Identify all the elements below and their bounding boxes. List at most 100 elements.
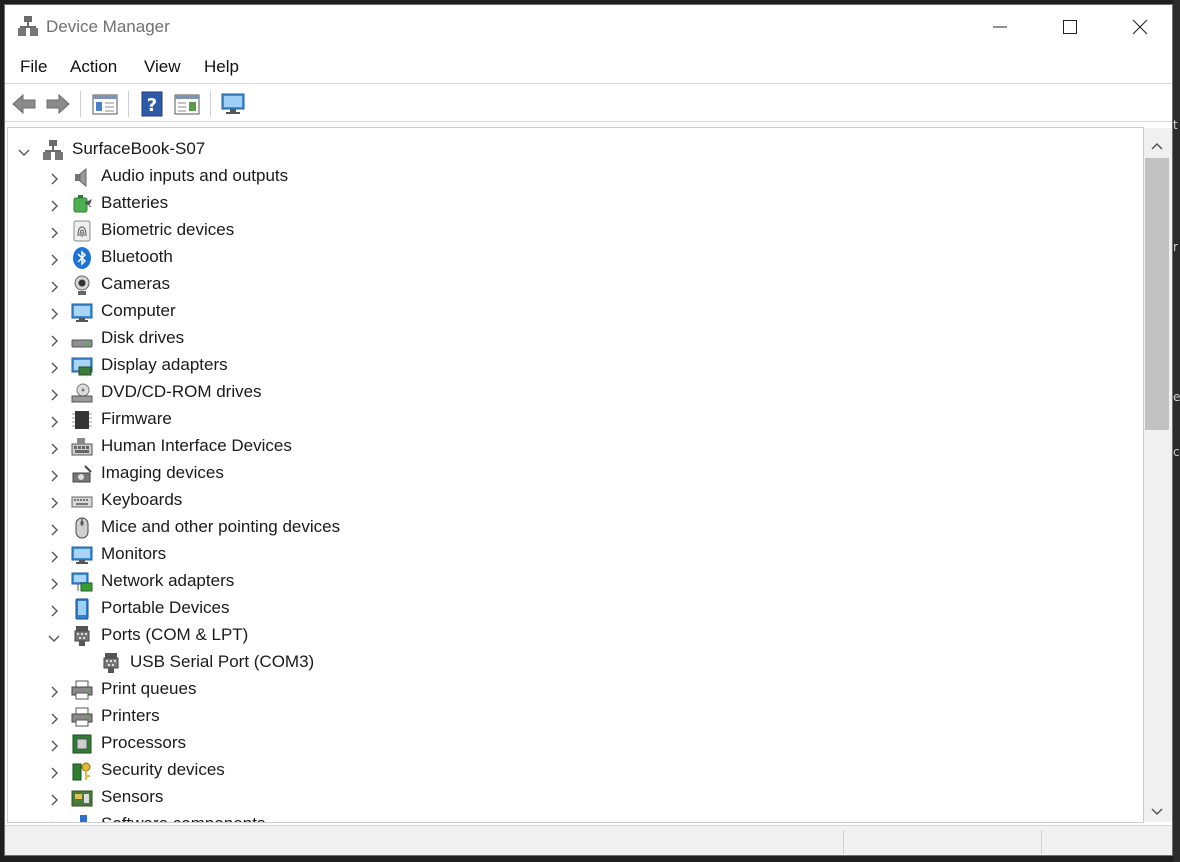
- tree-item-label: Imaging devices: [101, 463, 224, 482]
- tree-item[interactable]: Print queues: [8, 676, 1108, 703]
- tree-item-label: Cameras: [101, 274, 170, 293]
- forward-arrow-icon: [46, 93, 70, 115]
- computer-root-icon: [43, 140, 63, 160]
- tree-item[interactable]: Monitors: [8, 541, 1108, 568]
- tree-item-label: Bluetooth: [101, 247, 173, 266]
- scroll-down-arrow-icon[interactable]: [1150, 804, 1164, 818]
- tree-item-label: SurfaceBook-S07: [72, 139, 206, 158]
- tree-item[interactable]: Biometric devices: [8, 217, 1108, 244]
- scroll-up-arrow-icon[interactable]: [1150, 140, 1164, 154]
- chevron-right-icon[interactable]: [48, 359, 60, 374]
- display-adapter-icon: [71, 357, 93, 376]
- tree-item[interactable]: Software components: [8, 811, 1108, 822]
- tree-item[interactable]: Mice and other pointing devices: [8, 514, 1108, 541]
- tree-item[interactable]: Network adapters: [8, 568, 1108, 595]
- tree-item[interactable]: Human Interface Devices: [8, 433, 1108, 460]
- dvd-drive-icon: [71, 383, 93, 403]
- scrollbar-thumb[interactable]: [1145, 158, 1169, 430]
- back-button[interactable]: [10, 91, 38, 117]
- tree-item[interactable]: Portable Devices: [8, 595, 1108, 622]
- show-hide-tree-button[interactable]: [91, 91, 119, 117]
- chevron-right-icon[interactable]: [48, 224, 60, 239]
- chevron-right-icon[interactable]: [48, 548, 60, 563]
- chevron-right-icon[interactable]: [48, 197, 60, 212]
- toolbar-separator-line: [5, 121, 1172, 122]
- tree-item-label: Monitors: [101, 544, 167, 563]
- tree-item[interactable]: DVD/CD-ROM drives: [8, 379, 1108, 406]
- title-bar[interactable]: Device Manager: [5, 5, 1172, 49]
- chevron-right-icon[interactable]: [48, 413, 60, 428]
- tree-item[interactable]: Cameras: [8, 271, 1108, 298]
- tree-item[interactable]: Bluetooth: [8, 244, 1108, 271]
- printer-icon: [71, 707, 93, 727]
- menu-bar: File Action View Help: [5, 53, 1172, 83]
- tree-root[interactable]: SurfaceBook-S07: [8, 136, 1108, 163]
- chevron-right-icon[interactable]: [48, 575, 60, 590]
- chevron-right-icon[interactable]: [48, 467, 60, 482]
- maximize-button[interactable]: [1035, 5, 1105, 49]
- status-bar: [5, 825, 1172, 855]
- tree-child-item[interactable]: USB Serial Port (COM3): [8, 649, 1108, 676]
- chevron-right-icon[interactable]: [48, 440, 60, 455]
- chevron-right-icon[interactable]: [48, 305, 60, 320]
- menu-action[interactable]: Action: [70, 57, 117, 77]
- tree-item-label: USB Serial Port (COM3): [130, 652, 315, 671]
- tree-item-label: Computer: [101, 301, 176, 320]
- chevron-right-icon[interactable]: [48, 602, 60, 617]
- printer-icon: [71, 680, 93, 700]
- toolbar: ?: [5, 85, 1172, 121]
- webcam-icon: [74, 275, 90, 295]
- tree-item[interactable]: Processors: [8, 730, 1108, 757]
- tree-item[interactable]: Imaging devices: [8, 460, 1108, 487]
- close-button[interactable]: [1105, 5, 1172, 49]
- tree-item[interactable]: Security devices: [8, 757, 1108, 784]
- device-tree[interactable]: SurfaceBook-S07 Audio inputs and outputs B…: [7, 127, 1144, 823]
- chevron-right-icon[interactable]: [48, 737, 60, 752]
- chevron-right-icon[interactable]: [48, 818, 60, 822]
- disk-drive-icon: [71, 339, 93, 348]
- menu-file[interactable]: File: [20, 57, 47, 77]
- tree-item[interactable]: Disk drives: [8, 325, 1108, 352]
- chevron-right-icon[interactable]: [48, 386, 60, 401]
- chevron-right-icon[interactable]: [48, 251, 60, 266]
- chevron-right-icon[interactable]: [48, 494, 60, 509]
- tree-item[interactable]: Audio inputs and outputs: [8, 163, 1108, 190]
- tree-item[interactable]: Sensors: [8, 784, 1108, 811]
- chevron-down-icon[interactable]: [48, 629, 60, 642]
- tree-item[interactable]: Printers: [8, 703, 1108, 730]
- chevron-right-icon[interactable]: [48, 791, 60, 806]
- tree-item[interactable]: Batteries: [8, 190, 1108, 217]
- tree-item-label: Disk drives: [101, 328, 185, 347]
- tree-item-label: Printers: [101, 706, 160, 725]
- chevron-right-icon[interactable]: [48, 332, 60, 347]
- tree-item-label: Portable Devices: [101, 598, 230, 617]
- minimize-button[interactable]: [965, 5, 1035, 49]
- chevron-right-icon[interactable]: [48, 521, 60, 536]
- status-pane: [1041, 830, 1172, 854]
- forward-button[interactable]: [44, 91, 72, 117]
- processor-chip-icon: [72, 734, 92, 754]
- chevron-right-icon[interactable]: [48, 710, 60, 725]
- tree-item[interactable]: Display adapters: [8, 352, 1108, 379]
- chevron-down-icon[interactable]: [18, 143, 30, 156]
- tree-item[interactable]: Keyboards: [8, 487, 1108, 514]
- menu-view[interactable]: View: [144, 57, 181, 77]
- close-icon: [1132, 19, 1148, 35]
- chevron-right-icon[interactable]: [48, 764, 60, 779]
- vertical-scrollbar[interactable]: [1144, 128, 1172, 822]
- chevron-right-icon[interactable]: [48, 170, 60, 185]
- tree-item-label: Firmware: [101, 409, 172, 428]
- properties-pane-icon: [174, 94, 200, 115]
- scan-hardware-button[interactable]: [219, 91, 247, 117]
- imaging-camera-icon: [72, 465, 92, 483]
- tree-item[interactable]: Ports (COM & LPT): [8, 622, 1108, 649]
- window-title: Device Manager: [46, 17, 170, 36]
- chevron-right-icon[interactable]: [48, 278, 60, 293]
- toolbar-separator: [128, 91, 129, 117]
- menu-help[interactable]: Help: [204, 57, 239, 77]
- chevron-right-icon[interactable]: [48, 683, 60, 698]
- help-button[interactable]: ?: [139, 91, 167, 117]
- tree-item[interactable]: Computer: [8, 298, 1108, 325]
- properties-pane-button[interactable]: [173, 91, 201, 117]
- tree-item[interactable]: Firmware: [8, 406, 1108, 433]
